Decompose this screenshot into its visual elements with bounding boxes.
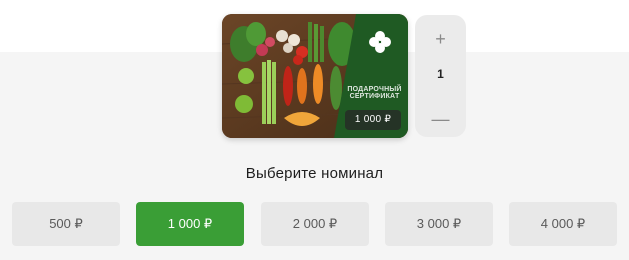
denomination-button-2000[interactable]: 2 000 ₽ bbox=[261, 202, 369, 246]
gift-card-price-badge: 1 000 ₽ bbox=[345, 110, 401, 130]
denomination-options: 500 ₽ 1 000 ₽ 2 000 ₽ 3 000 ₽ 4 000 ₽ bbox=[0, 202, 629, 246]
quantity-stepper: + 1 — bbox=[415, 15, 466, 137]
denomination-button-500[interactable]: 500 ₽ bbox=[12, 202, 120, 246]
gift-card-page: ПОДАРОЧНЫЙ СЕРТИФИКАТ 1 000 ₽ + 1 — Выбе… bbox=[0, 0, 629, 260]
denomination-heading: Выберите номинал bbox=[245, 165, 384, 182]
increment-button[interactable]: + bbox=[415, 21, 466, 57]
decrement-button[interactable]: — bbox=[415, 101, 466, 137]
quantity-value: 1 bbox=[437, 67, 444, 81]
denomination-button-3000[interactable]: 3 000 ₽ bbox=[385, 202, 493, 246]
denomination-button-4000[interactable]: 4 000 ₽ bbox=[509, 202, 617, 246]
denomination-button-1000[interactable]: 1 000 ₽ bbox=[136, 202, 244, 246]
gift-card-label: ПОДАРОЧНЫЙ СЕРТИФИКАТ bbox=[347, 86, 402, 100]
